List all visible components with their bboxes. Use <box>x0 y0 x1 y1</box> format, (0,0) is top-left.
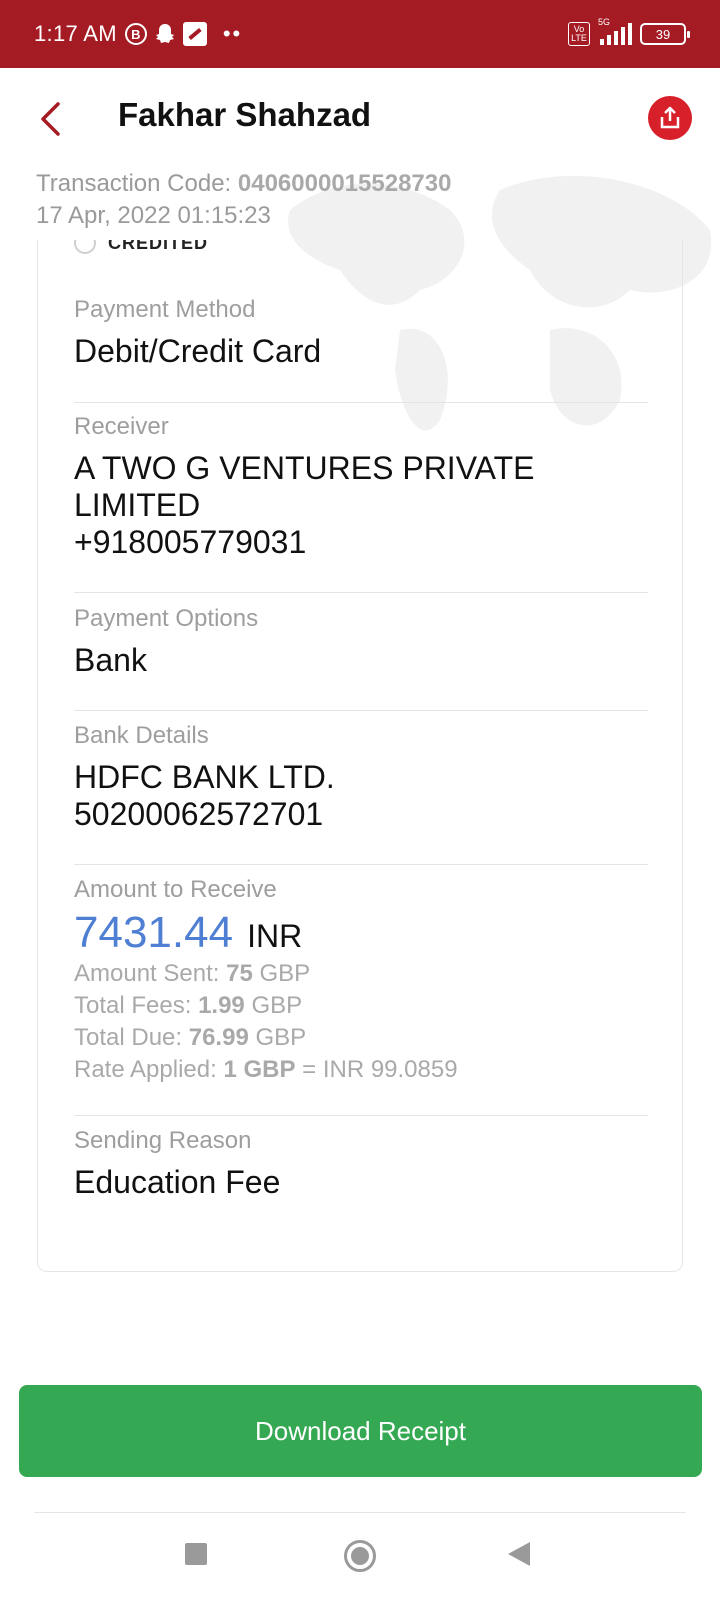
payment-method-section: Payment Method Debit/Credit Card <box>74 296 648 370</box>
amount-to-receive-value: 7431.44 <box>74 908 234 957</box>
transaction-details-card: CREDITED Payment Method Debit/Credit Car… <box>37 240 683 1272</box>
amount-sent: Amount Sent: 75 GBP <box>74 958 648 990</box>
back-button[interactable] <box>36 100 64 138</box>
total-due-label: Total Due: <box>74 1024 189 1051</box>
divider <box>74 710 648 711</box>
divider <box>74 864 648 865</box>
radio-icon <box>74 240 96 254</box>
share-button[interactable] <box>648 96 692 140</box>
rate-applied-value: 1 GBP <box>223 1056 296 1083</box>
payment-options-section: Payment Options Bank <box>74 605 648 679</box>
receiver-label: Receiver <box>74 413 169 440</box>
amount-section: Amount to Receive 7431.44 INR Amount Sen… <box>74 876 648 1086</box>
divider <box>74 1115 648 1116</box>
total-fees: Total Fees: 1.99 GBP <box>74 990 648 1022</box>
home-icon[interactable] <box>344 1540 376 1572</box>
amount-to-receive-currency: INR <box>247 918 303 954</box>
total-due: Total Due: 76.99 GBP <box>74 1022 648 1054</box>
total-fees-label: Total Fees: <box>74 992 199 1019</box>
bank-details-section: Bank Details HDFC BANK LTD. 502000625727… <box>74 722 648 833</box>
download-receipt-label: Download Receipt <box>254 1415 466 1446</box>
bank-account-number: 50200062572701 <box>74 796 324 832</box>
page-title: Fakhar Shahzad <box>118 96 372 133</box>
rate-applied-label: Rate Applied: <box>74 1056 224 1083</box>
receiver-section: Receiver A TWO G VENTURES PRIVATE LIMITE… <box>74 413 648 561</box>
payment-options-value: Bank <box>74 642 147 678</box>
back-triangle-icon[interactable] <box>508 1542 530 1566</box>
status-time: 1:17 AM <box>34 21 117 46</box>
battery-level: 39 <box>655 26 671 42</box>
snapchat-icon <box>155 24 174 43</box>
volte-icon: Vo LTE <box>568 22 590 46</box>
total-fees-value: 1.99 <box>198 992 245 1019</box>
share-icon <box>660 106 680 129</box>
transaction-code: Transaction Code: 0406000015528730 <box>36 168 451 200</box>
download-receipt-button[interactable]: Download Receipt <box>19 1385 702 1477</box>
total-due-value: 76.99 <box>188 1024 249 1051</box>
sending-reason-section: Sending Reason Education Fee <box>74 1127 648 1201</box>
chevron-left-icon <box>41 102 60 136</box>
network-type: 5G <box>598 17 611 27</box>
divider <box>74 592 648 593</box>
total-due-currency: GBP <box>248 1024 307 1051</box>
recent-apps-icon[interactable] <box>185 1543 207 1565</box>
divider <box>74 402 648 403</box>
transaction-datetime: 17 Apr, 2022 01:15:23 <box>36 202 271 229</box>
receiver-name-line2: LIMITED <box>74 487 201 523</box>
status-option-credited: CREDITED <box>74 240 208 254</box>
total-fees-currency: GBP <box>244 992 303 1019</box>
notification-icons: B •• <box>124 21 243 47</box>
amount-sent-value: 75 <box>226 960 253 987</box>
sending-reason-label: Sending Reason <box>74 1127 252 1154</box>
amount-to-receive: 7431.44 INR <box>74 908 648 958</box>
payment-method-label: Payment Method <box>74 296 256 323</box>
transaction-code-value: 0406000015528730 <box>237 170 452 197</box>
bank-name: HDFC BANK LTD. <box>74 759 335 795</box>
amount-sent-currency: GBP <box>252 960 311 987</box>
bank-details-label: Bank Details <box>74 722 209 749</box>
status-indicators: Vo LTE 5G 39 <box>568 17 690 46</box>
b-notification-icon: B <box>124 23 147 45</box>
app-notification-icon <box>182 22 207 46</box>
sending-reason-value: Education Fee <box>74 1164 281 1200</box>
transaction-code-label: Transaction Code: <box>36 170 238 197</box>
payment-method-value: Debit/Credit Card <box>74 333 322 369</box>
battery-icon: 39 <box>640 23 690 45</box>
receiver-phone: +918005779031 <box>74 524 307 560</box>
payment-options-label: Payment Options <box>74 605 259 632</box>
signal-icon: 5G <box>598 17 632 45</box>
receiver-name-line1: A TWO G VENTURES PRIVATE <box>74 450 535 486</box>
status-bar: 1:17 AM B •• Vo LTE 5G 39 <box>0 0 720 68</box>
transaction-info: Transaction Code: 0406000015528730 17 Ap… <box>36 168 451 232</box>
more-notifications-icon: •• <box>222 21 243 46</box>
rate-applied-conversion: = INR 99.0859 <box>295 1056 458 1083</box>
rate-applied: Rate Applied: 1 GBP = INR 99.0859 <box>74 1054 648 1086</box>
amount-to-receive-label: Amount to Receive <box>74 876 277 903</box>
status-option-label: CREDITED <box>108 240 209 253</box>
amount-sent-label: Amount Sent: <box>74 960 227 987</box>
